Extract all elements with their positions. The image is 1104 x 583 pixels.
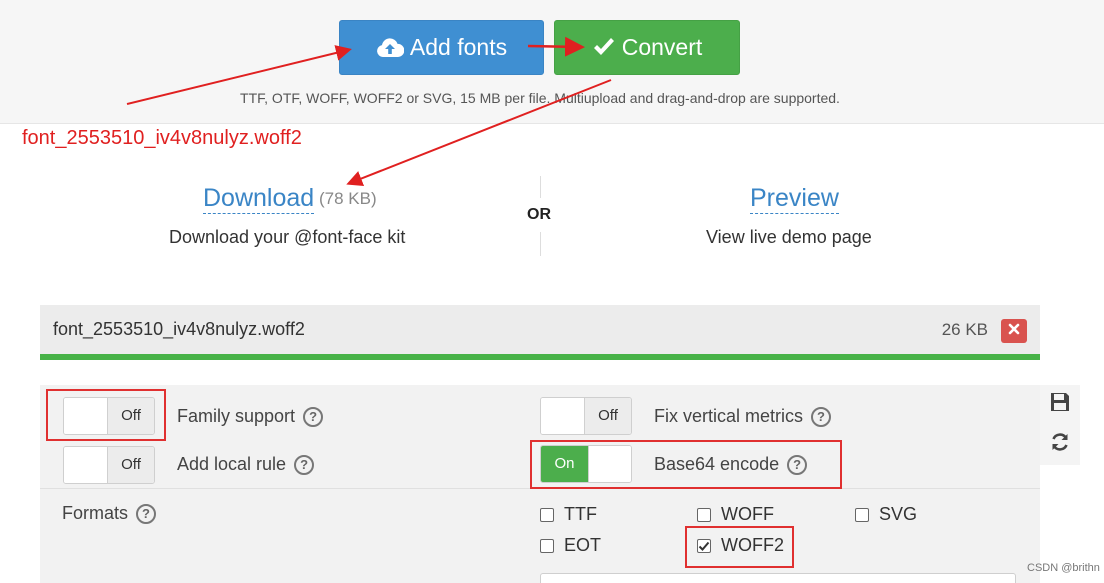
or-separator: OR: [527, 206, 551, 223]
toggle-knob: [541, 398, 585, 434]
format-ttf-checkbox[interactable]: [540, 507, 554, 522]
format-svg-checkbox[interactable]: [855, 507, 869, 522]
refresh-icon[interactable]: [1049, 431, 1071, 453]
fix-vertical-metrics-option: Fix vertical metrics ?: [654, 406, 832, 427]
or-divider-top: [540, 176, 541, 198]
side-toolbar: [1040, 385, 1080, 465]
check-icon: [592, 37, 616, 58]
remove-file-button[interactable]: [1001, 319, 1027, 343]
help-icon[interactable]: ?: [303, 406, 324, 427]
family-support-option: Family support ?: [177, 406, 324, 427]
format-eot[interactable]: EOT: [540, 535, 601, 556]
add-local-rule-option: Add local rule ?: [177, 454, 315, 475]
add-local-rule-toggle[interactable]: Off: [63, 446, 155, 484]
preview-description: View live demo page: [706, 227, 872, 247]
help-icon[interactable]: ?: [136, 503, 157, 524]
formats-option: Formats ?: [62, 503, 157, 524]
toggle-state: Off: [108, 447, 154, 483]
font-converter-page: Add fonts Convert TTF, OTF, WOFF, WOFF2 …: [0, 0, 1104, 583]
format-svg[interactable]: SVG: [855, 504, 917, 525]
file-header: font_2553510_iv4v8nulyz.woff2 26 KB: [40, 305, 1040, 360]
preview-link[interactable]: Preview: [750, 183, 839, 214]
or-divider-bottom: [540, 232, 541, 256]
highlight-woff2: [685, 526, 794, 568]
add-fonts-label: Add fonts: [409, 34, 508, 60]
fix-vertical-metrics-toggle[interactable]: Off: [540, 397, 632, 435]
close-icon: [1008, 322, 1020, 340]
file-name: font_2553510_iv4v8nulyz.woff2: [53, 319, 305, 339]
highlight-base64-encode: [530, 440, 842, 489]
download-link[interactable]: Download: [203, 183, 315, 214]
cloud-upload-icon: [376, 37, 404, 59]
format-woff-checkbox[interactable]: [697, 507, 711, 522]
format-woff[interactable]: WOFF: [697, 504, 774, 525]
file-size: 26 KB: [941, 320, 988, 339]
download-size: (78 KB): [319, 189, 377, 208]
upload-note: TTF, OTF, WOFF, WOFF2 or SVG, 15 MB per …: [240, 90, 840, 106]
save-icon[interactable]: [1049, 391, 1071, 413]
help-icon[interactable]: ?: [811, 406, 832, 427]
format-ttf[interactable]: TTF: [540, 504, 597, 525]
toggle-state: Off: [585, 398, 631, 434]
format-eot-checkbox[interactable]: [540, 538, 554, 553]
options-input-field[interactable]: [540, 573, 1016, 583]
download-description: Download your @font-face kit: [169, 227, 406, 247]
highlight-family-support: [46, 389, 166, 441]
watermark: CSDN @brithn: [1027, 562, 1100, 574]
upload-panel: Add fonts Convert TTF, OTF, WOFF, WOFF2 …: [0, 0, 1104, 124]
help-icon[interactable]: ?: [294, 454, 315, 475]
toggle-knob: [64, 447, 108, 483]
add-fonts-button[interactable]: Add fonts: [339, 20, 544, 75]
annotation-filename: font_2553510_iv4v8nulyz.woff2: [22, 127, 302, 149]
convert-button[interactable]: Convert: [554, 20, 740, 75]
convert-label: Convert: [621, 34, 703, 60]
